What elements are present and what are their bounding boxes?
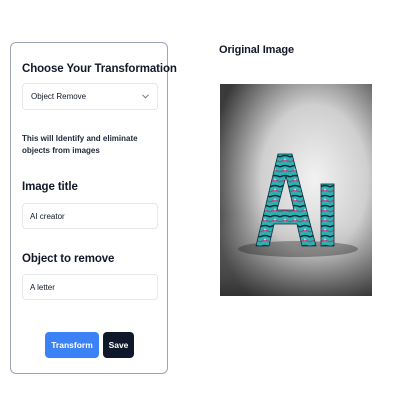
transformation-select[interactable]: Object Remove	[22, 83, 158, 110]
transformation-select-value: Object Remove	[31, 92, 87, 101]
object-to-remove-label: Object to remove	[22, 253, 115, 265]
chevron-down-icon	[141, 93, 149, 101]
transformation-description: This will Identify and eliminate objects…	[22, 134, 138, 155]
save-button[interactable]: Save	[103, 332, 134, 358]
object-to-remove-input[interactable]: A letter	[22, 274, 158, 300]
transformation-heading: Choose Your Transformation	[22, 63, 177, 75]
image-title-input[interactable]: AI creator	[22, 203, 158, 229]
image-title-label: Image title	[22, 181, 78, 193]
transformation-form-panel: Choose Your Transformation Object Remove…	[10, 42, 177, 374]
original-image	[220, 84, 372, 296]
transform-button[interactable]: Transform	[45, 332, 99, 358]
original-image-title: Original Image	[219, 44, 295, 56]
